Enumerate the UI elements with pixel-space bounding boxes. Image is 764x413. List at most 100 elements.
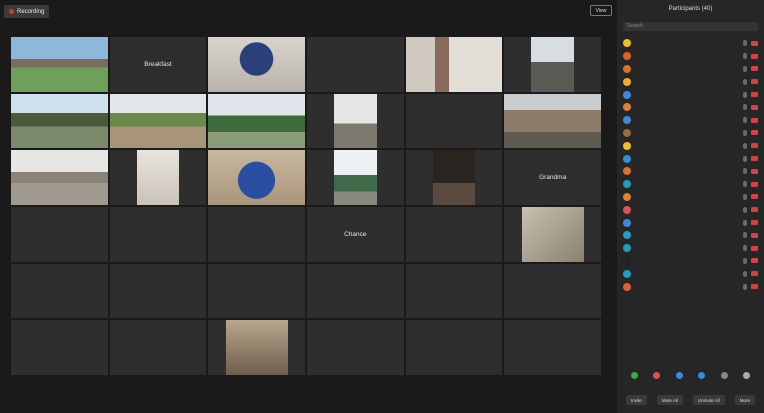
participant-tile[interactable] [208, 37, 305, 92]
video-off-icon[interactable] [751, 271, 758, 277]
participant-search-input[interactable]: Search [623, 22, 758, 31]
participant-row[interactable] [617, 191, 764, 204]
participant-tile[interactable] [11, 263, 108, 319]
recording-indicator[interactable]: Recording [4, 5, 50, 18]
video-off-icon[interactable] [751, 53, 758, 59]
participant-tile[interactable] [11, 207, 108, 262]
participant-tile[interactable] [504, 263, 601, 319]
reaction-icon[interactable] [675, 372, 683, 379]
video-off-icon[interactable] [751, 79, 758, 85]
participant-tile[interactable] [208, 320, 305, 375]
microphone-icon[interactable] [743, 257, 747, 264]
participant-tile[interactable] [109, 150, 207, 205]
video-off-icon[interactable] [751, 117, 758, 123]
participant-row[interactable] [617, 88, 764, 101]
participant-tile[interactable] [306, 320, 404, 375]
microphone-icon[interactable] [743, 155, 747, 162]
participant-tile[interactable] [109, 93, 207, 149]
participant-row[interactable] [617, 37, 764, 50]
microphone-icon[interactable] [743, 270, 747, 277]
video-off-icon[interactable] [751, 156, 758, 162]
participant-tile[interactable] [208, 93, 305, 149]
participant-row[interactable] [617, 255, 764, 268]
video-off-icon[interactable] [751, 245, 758, 251]
participant-tile[interactable]: Grandma [504, 150, 601, 205]
reaction-icon[interactable] [743, 372, 751, 379]
participant-row[interactable] [617, 203, 764, 216]
reaction-icon[interactable] [720, 372, 728, 379]
microphone-icon[interactable] [743, 91, 747, 98]
invite-button[interactable]: Invite [626, 395, 647, 405]
participant-tile[interactable] [504, 207, 601, 262]
microphone-icon[interactable] [743, 129, 747, 136]
microphone-icon[interactable] [743, 40, 747, 47]
video-off-icon[interactable] [751, 40, 758, 46]
participant-tile[interactable] [504, 37, 601, 92]
participant-tile[interactable] [306, 150, 404, 205]
mute-all-button[interactable]: Mute All [656, 395, 683, 405]
microphone-icon[interactable] [743, 181, 747, 188]
participant-row[interactable] [617, 267, 764, 280]
microphone-icon[interactable] [743, 53, 747, 60]
participant-tile[interactable] [405, 93, 503, 149]
more-button[interactable]: More [734, 395, 755, 405]
participant-row[interactable] [617, 152, 764, 165]
microphone-icon[interactable] [743, 206, 747, 213]
microphone-icon[interactable] [743, 117, 747, 124]
microphone-icon[interactable] [743, 193, 747, 200]
microphone-icon[interactable] [743, 168, 747, 175]
participant-row[interactable] [617, 216, 764, 229]
participant-tile[interactable] [109, 263, 207, 319]
participant-tile[interactable] [11, 320, 108, 375]
participant-tile[interactable] [11, 93, 108, 149]
reaction-icon[interactable] [653, 372, 661, 379]
participant-row[interactable] [617, 50, 764, 63]
participant-tile[interactable] [208, 150, 305, 205]
video-off-icon[interactable] [751, 143, 758, 149]
reaction-icon[interactable] [630, 372, 638, 379]
participant-tile[interactable] [109, 207, 207, 262]
reaction-icon[interactable] [698, 372, 706, 379]
video-off-icon[interactable] [751, 92, 758, 98]
microphone-icon[interactable] [743, 283, 747, 290]
participant-row[interactable] [617, 280, 764, 293]
participant-tile[interactable] [306, 93, 404, 149]
microphone-icon[interactable] [743, 219, 747, 226]
video-off-icon[interactable] [751, 207, 758, 213]
participant-row[interactable] [617, 63, 764, 76]
participant-tile[interactable] [504, 93, 601, 149]
microphone-icon[interactable] [743, 245, 747, 252]
participant-row[interactable] [617, 139, 764, 152]
participant-tile[interactable] [109, 320, 207, 375]
microphone-icon[interactable] [743, 104, 747, 111]
participant-tile[interactable] [405, 150, 503, 205]
participant-tile[interactable] [208, 263, 305, 319]
participant-row[interactable] [617, 127, 764, 140]
participant-row[interactable] [617, 229, 764, 242]
microphone-icon[interactable] [743, 232, 747, 239]
participant-tile[interactable] [208, 207, 305, 262]
video-off-icon[interactable] [751, 168, 758, 174]
participant-tile[interactable] [11, 37, 108, 92]
microphone-icon[interactable] [743, 65, 747, 72]
participant-row[interactable] [617, 165, 764, 178]
view-button[interactable]: View [590, 5, 612, 16]
video-off-icon[interactable] [751, 181, 758, 187]
participant-tile[interactable]: Breakfast [109, 37, 207, 92]
participant-tile[interactable] [306, 37, 404, 92]
video-off-icon[interactable] [751, 258, 758, 264]
video-off-icon[interactable] [751, 66, 758, 72]
participant-tile[interactable] [504, 320, 601, 375]
participant-tile[interactable] [11, 150, 108, 205]
video-off-icon[interactable] [751, 232, 758, 238]
participant-tile[interactable]: Chance [306, 207, 404, 262]
participant-tile[interactable] [405, 207, 503, 262]
participant-row[interactable] [617, 75, 764, 88]
participant-row[interactable] [617, 178, 764, 191]
participant-row[interactable] [617, 101, 764, 114]
participant-tile[interactable] [306, 263, 404, 319]
video-off-icon[interactable] [751, 104, 758, 110]
video-off-icon[interactable] [751, 130, 758, 136]
unmute-all-button[interactable]: Unmute All [692, 395, 725, 405]
video-off-icon[interactable] [751, 220, 758, 226]
